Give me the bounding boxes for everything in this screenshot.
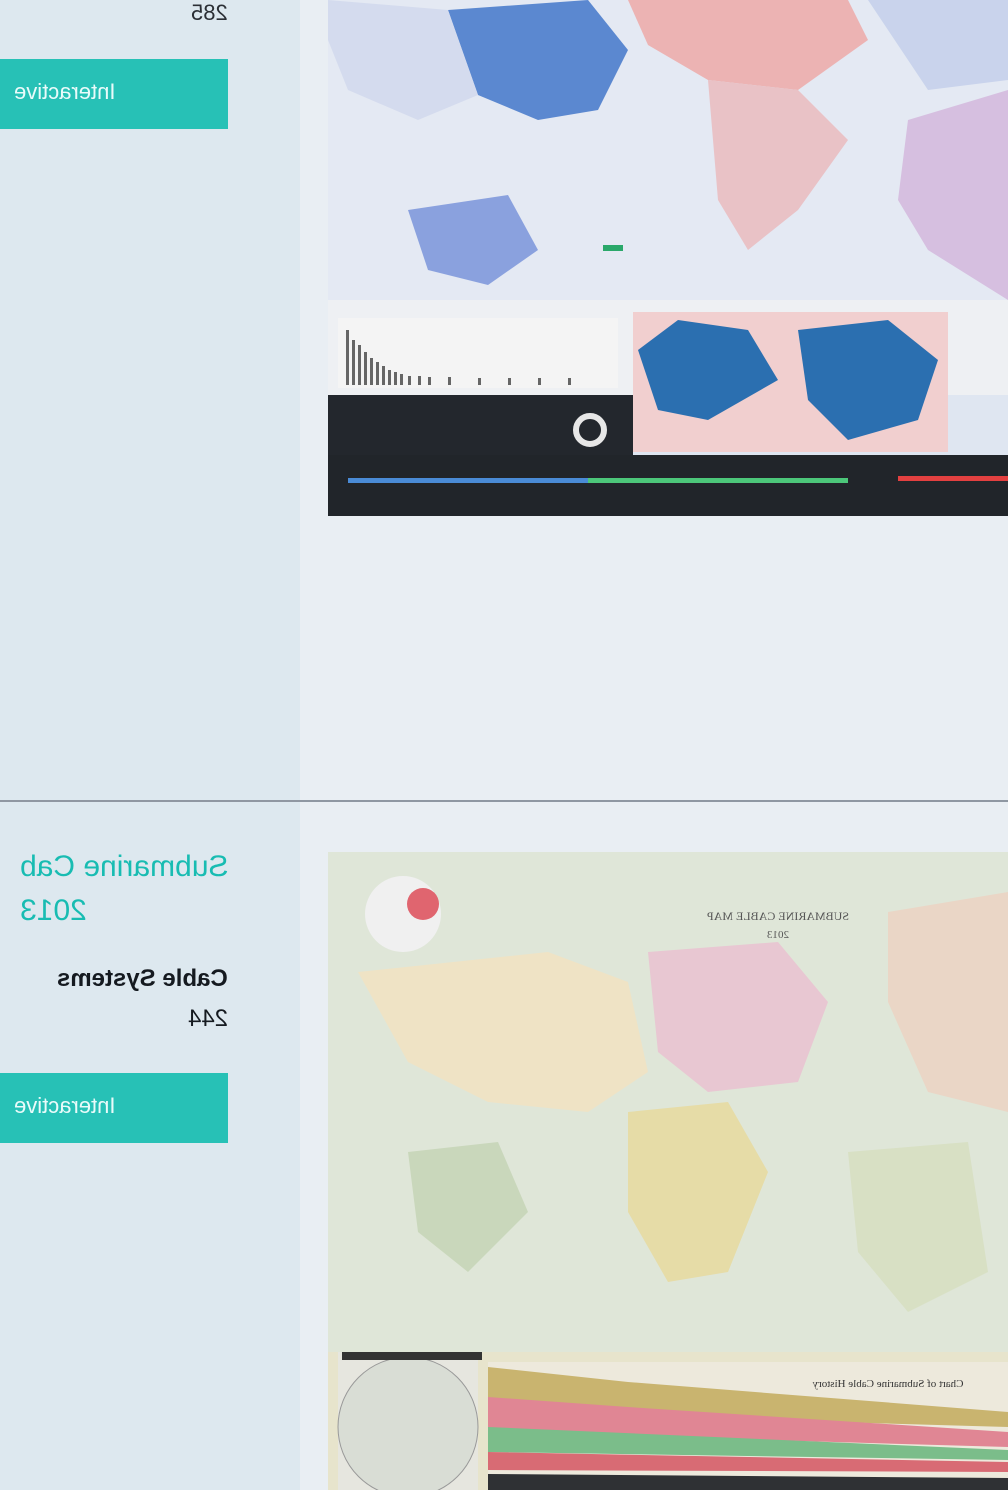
cable-systems-label: Cable Systems xyxy=(57,965,228,992)
history-chart-caption: Chart of Submarine Cable History xyxy=(812,1378,963,1390)
map-title-line-1: Submarine Cab xyxy=(19,850,228,883)
map-illustration-top xyxy=(328,0,1008,516)
map-year-text: 2013 xyxy=(767,929,790,941)
submarine-cable-map-image-top[interactable] xyxy=(328,0,1008,516)
section-divider xyxy=(0,800,1008,802)
interactive-button-label: Interactive xyxy=(13,1093,116,1118)
map-title-link[interactable]: Submarine Cab 2013 xyxy=(20,845,228,933)
interactive-button-top[interactable]: Interactive xyxy=(0,59,228,129)
interactive-button-label: Interactive xyxy=(13,79,116,104)
map-illustration-2013: SUBMARINE CABLE MAP 2013 Chart of Submar… xyxy=(328,852,1008,1490)
submarine-cable-map-image-2013[interactable]: SUBMARINE CABLE MAP 2013 Chart of Submar… xyxy=(328,852,1008,1490)
map-title-line-2: 2013 xyxy=(19,894,87,927)
cable-systems-value: 244 xyxy=(187,1005,228,1032)
interactive-button-bottom[interactable]: Interactive xyxy=(0,1073,228,1143)
cable-systems-count-top: 285 xyxy=(191,0,228,25)
map-title-text: SUBMARINE CABLE MAP xyxy=(707,909,849,923)
left-info-column xyxy=(0,0,300,1490)
